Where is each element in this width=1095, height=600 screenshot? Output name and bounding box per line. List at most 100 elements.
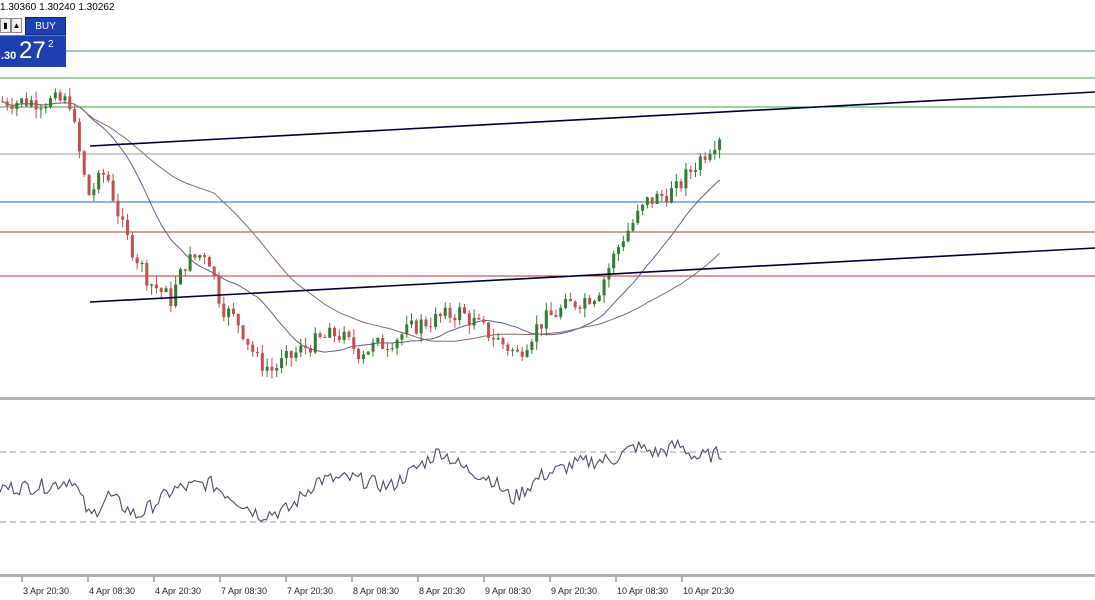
candle-body [434, 313, 438, 327]
candle-body [626, 230, 630, 242]
candle-body [453, 317, 457, 321]
candle-body [304, 345, 308, 349]
candle-body [482, 319, 486, 323]
candle-body [323, 337, 327, 339]
moving-averages [2, 101, 720, 353]
candle-body [665, 195, 669, 203]
candle-body [150, 284, 154, 286]
candle-body [583, 297, 587, 309]
candle-body [246, 338, 250, 345]
candle-body [366, 351, 370, 355]
buy-price-display[interactable]: .30 27 2 [0, 35, 66, 67]
candle-body [361, 354, 365, 360]
x-tick-label: 8 Apr 08:30 [353, 586, 399, 596]
candle-body [357, 348, 361, 360]
candle-body [121, 216, 125, 220]
candle-body [29, 100, 33, 107]
candle-body [24, 98, 28, 107]
candle-body [10, 106, 14, 110]
candle-body [540, 324, 543, 329]
candle-body [241, 325, 245, 339]
candle-body [284, 351, 288, 358]
candle-body [106, 174, 110, 181]
trendlines [89, 91, 1095, 303]
buy-button[interactable]: BUY [25, 17, 66, 35]
candle-body [135, 257, 139, 264]
candle-body [280, 357, 284, 369]
candle-body [183, 269, 187, 271]
candle-body [207, 257, 211, 267]
candle-body [198, 255, 202, 258]
candle-body [73, 109, 77, 122]
candle-body [491, 337, 495, 340]
candle-body [549, 310, 553, 316]
panel-separator-bottom [0, 574, 1095, 577]
price-small: .30 [1, 50, 17, 62]
candle-body [679, 181, 683, 189]
candle-body [5, 101, 9, 107]
x-tick-label: 4 Apr 20:30 [155, 586, 201, 596]
one-click-trade-panel: ▮ ▲ BUY .30 27 2 [0, 17, 66, 67]
candle-body [713, 149, 717, 155]
candle-body [655, 193, 659, 204]
candle-body [126, 219, 130, 235]
candle-body [462, 307, 466, 314]
candle-body [333, 327, 337, 337]
candle-body [275, 368, 279, 371]
candle-body [689, 169, 693, 172]
candle-body [58, 92, 62, 101]
trade-panel-top: ▮ ▲ BUY [0, 17, 66, 35]
candle-body [645, 197, 649, 205]
candle-body [400, 334, 404, 340]
candle-body [429, 326, 433, 328]
x-tick-label: 9 Apr 20:30 [551, 586, 597, 596]
panel-separator-top [0, 397, 1095, 400]
candle-body [684, 169, 688, 189]
candle-body [530, 341, 534, 351]
candle-body [299, 345, 303, 353]
candle-body [222, 303, 226, 318]
candle-body [641, 204, 645, 211]
candle-body [602, 279, 606, 296]
candle-body [63, 96, 67, 101]
candle-body [145, 263, 149, 286]
candle-body [708, 154, 712, 160]
candle-body [621, 241, 625, 248]
candle-body [554, 315, 558, 317]
candle-body [472, 317, 476, 326]
candle-body [559, 307, 563, 317]
candle-body [159, 288, 163, 293]
candle-body [49, 98, 53, 108]
candle-body [520, 351, 524, 357]
candle-body [313, 333, 317, 353]
candle-body [328, 327, 332, 338]
candle-body [97, 172, 101, 190]
candle-body [698, 156, 702, 170]
lot-increment-button[interactable]: ▲ [11, 18, 22, 33]
candle-body [20, 98, 24, 103]
candle-body [564, 299, 568, 308]
lot-field[interactable]: ▮ [0, 18, 11, 33]
candle-body [371, 342, 375, 352]
candle-body [260, 353, 264, 371]
price-big: 27 [19, 37, 46, 64]
candle-body [53, 92, 57, 99]
oscillator-line [0, 438, 723, 523]
candle-body [385, 348, 389, 350]
candle-body [573, 301, 577, 308]
candle-body [347, 331, 351, 338]
candle-body [217, 275, 221, 304]
candle-body [212, 266, 216, 276]
candle-body [68, 96, 72, 110]
lower-trendline [89, 247, 1095, 303]
candle-body [477, 317, 481, 320]
candle-body [39, 108, 43, 110]
candle-body [578, 307, 582, 309]
panel-separators [0, 397, 1095, 577]
candle-body [438, 313, 442, 317]
candle-body [694, 169, 698, 172]
candle-body [337, 336, 341, 341]
price-chart[interactable]: 3 Apr 20:30 4 Apr 08:30 4 Apr 20:30 7 Apr 0… [0, 0, 1095, 600]
candle-body [424, 319, 428, 327]
candle-body [443, 307, 447, 317]
